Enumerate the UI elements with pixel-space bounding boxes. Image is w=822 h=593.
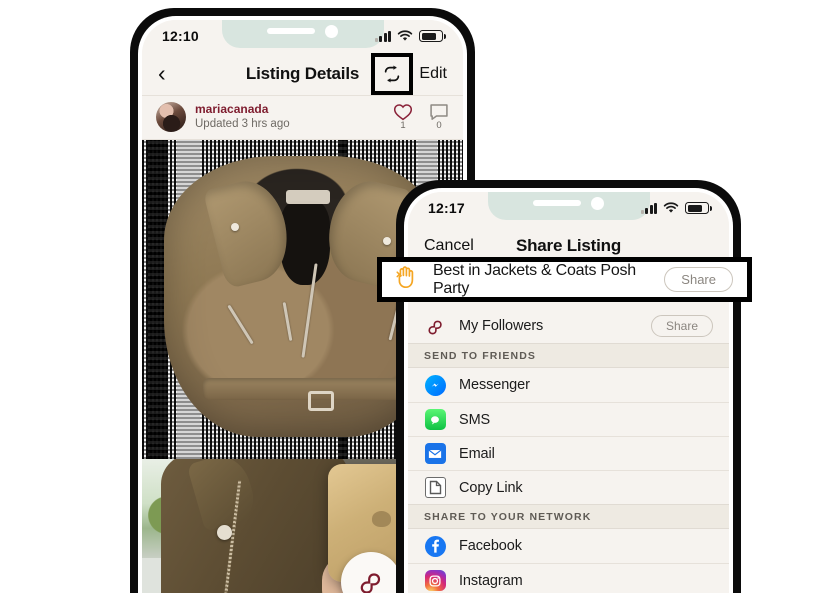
repost-button-highlight[interactable] [371,52,414,95]
posh-party-share-row-highlight[interactable]: Best in Jackets & Coats Posh Party Share [377,257,752,302]
avatar[interactable] [156,102,186,132]
comment-count: 0 [436,120,442,131]
share-row-sms[interactable]: SMS [408,402,729,436]
share-row-label: Messenger [459,377,530,393]
battery-icon [419,30,446,42]
posh-party-label: Best in Jackets & Coats Posh Party [433,261,636,297]
share-row-label: My Followers [459,318,544,334]
share-listing-screen: 12:17 Cancel Share Listing My Followers … [408,192,729,593]
phone-notch [487,192,650,220]
status-indicators [374,30,446,42]
repost-loop-icon [385,64,400,83]
cellular-bars-icon [640,202,657,214]
worn-jacket [161,459,348,593]
battery-icon [685,202,712,214]
posh-party-hand-icon [395,265,419,295]
comment-counter[interactable]: 0 [429,103,449,131]
chevron-left-icon[interactable]: ‹ [158,62,166,85]
posh-party-share-button[interactable]: Share [664,267,733,292]
phone-notch [221,20,384,48]
email-icon [424,443,446,465]
notch-camera [591,196,604,210]
sms-icon [424,409,446,431]
like-count: 1 [400,120,406,131]
wifi-icon [397,30,413,41]
phone-bezel-white: 12:17 Cancel Share Listing My Followers … [404,188,733,593]
notch-speaker [267,28,315,34]
status-bar-share: 12:17 [408,192,729,224]
share-row-messenger[interactable]: Messenger [408,368,729,402]
share-row-label: Facebook [459,538,522,554]
listing-nav-bar: ‹ Listing Details Edit [142,52,463,96]
listing-user-row[interactable]: mariacanada Updated 3 hrs ago 1 0 [142,96,463,140]
notch-speaker [533,200,581,206]
comment-bubble-icon [430,104,448,120]
jacket-buckle [308,391,334,412]
cellular-bars-icon [374,30,391,42]
status-time: 12:17 [428,200,465,216]
share-row-facebook[interactable]: Facebook [408,529,729,563]
worn-jacket-snap [217,525,233,541]
heart-icon [393,104,413,121]
section-header-send-to-friends: SEND TO FRIENDS [408,343,729,368]
user-text-block: mariacanada Updated 3 hrs ago [195,102,290,131]
apple-logo-icon [371,511,391,527]
like-counter[interactable]: 1 [393,103,413,131]
updated-time: Updated 3 hrs ago [195,118,290,131]
status-bar-listing: 12:10 [142,20,463,52]
share-row-label: Email [459,445,495,462]
share-row-copy-link[interactable]: Copy Link [408,470,729,504]
jacket-zipper [227,304,254,345]
engagement-counters: 1 0 [393,103,449,131]
phone-share-listing: 12:17 Cancel Share Listing My Followers … [396,180,741,593]
jacket-belt [203,377,402,401]
jacket-collar-left [202,174,298,290]
jacket-brand-tag [285,189,331,204]
facebook-icon [424,535,446,557]
messenger-icon [424,374,446,396]
share-row-my-followers[interactable]: My Followers Share [408,309,729,343]
edit-button[interactable]: Edit [419,65,447,83]
nav-right-actions: Edit [371,52,447,95]
share-row-email[interactable]: Email [408,436,729,470]
poshmark-logo-icon [360,573,381,593]
screenshot-stage: 12:10 ‹ Listing Details Edit mariacanada… [0,0,822,593]
jacket-zipper [282,301,293,342]
worn-jacket-collar [186,459,260,532]
share-row-label: SMS [459,411,491,428]
jacket-snap [230,223,239,232]
copy-link-icon [424,477,446,499]
wifi-icon [663,202,679,213]
username[interactable]: mariacanada [195,102,290,117]
share-button[interactable]: Share [650,315,713,337]
status-indicators [640,202,712,214]
jacket-inner-lining [280,200,331,286]
cancel-button[interactable]: Cancel [424,237,474,255]
status-time: 12:10 [162,28,199,44]
section-header-share-to-network: SHARE TO YOUR NETWORK [408,504,729,529]
instagram-icon [424,570,446,592]
notch-camera [325,24,338,38]
share-row-label: Instagram [459,572,523,589]
share-row-label: Copy Link [459,479,523,496]
share-row-instagram[interactable]: Instagram [408,563,729,593]
poshmark-logo-icon [424,315,446,337]
share-options-list: My Followers Share SEND TO FRIENDS Messe… [408,268,729,593]
